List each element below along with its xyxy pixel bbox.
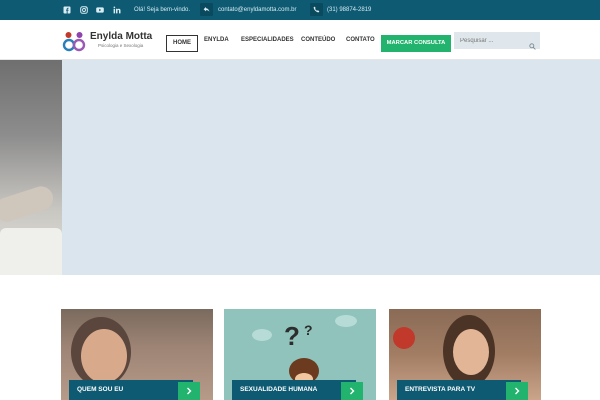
- card-title: QUEM SOU EU: [77, 386, 124, 393]
- brand-name[interactable]: Enylda Motta: [90, 31, 152, 42]
- site-header: Enylda Motta Psicologia e Sexologia HOME…: [0, 20, 600, 60]
- contact-email[interactable]: contato@enyldamotta.com.br: [218, 6, 296, 14]
- card-quem-sou-eu[interactable]: QUEM SOU EU: [61, 309, 213, 400]
- linkedin-icon[interactable]: [113, 6, 121, 14]
- card-banner: ENTREVISTA PARA TV: [397, 380, 521, 400]
- card-photo-portrait: [393, 327, 415, 349]
- card-title: SEXUALIDADE HUMANA: [240, 386, 318, 393]
- nav-contato[interactable]: CONTATO: [346, 36, 375, 44]
- book-appointment-button[interactable]: MARCAR CONSULTA: [381, 35, 451, 52]
- hero-photo: [0, 60, 62, 275]
- nav-conteudo[interactable]: CONTEÚDO: [301, 36, 335, 44]
- nav-especialidades[interactable]: ESPECIALIDADES: [241, 36, 294, 44]
- nav-enylda[interactable]: ENYLDA: [204, 36, 229, 44]
- search-icon[interactable]: [529, 37, 536, 55]
- youtube-icon[interactable]: [96, 6, 104, 14]
- card-entrevista-tv[interactable]: ENTREVISTA PARA TV: [389, 309, 541, 400]
- card-sexualidade-humana[interactable]: ? ? SEXUALIDADE HUMANA: [224, 309, 376, 400]
- card-banner: SEXUALIDADE HUMANA: [232, 380, 356, 400]
- search-box: [454, 32, 540, 50]
- card-title: ENTREVISTA PARA TV: [405, 386, 476, 393]
- phone-icon: [310, 3, 323, 16]
- hero-slider[interactable]: [0, 60, 600, 275]
- nav-home[interactable]: HOME: [166, 35, 198, 52]
- reply-icon: [200, 3, 213, 16]
- hero-banner: [62, 60, 600, 275]
- page: Olá! Seja bem-vindo. contato@enyldamotta…: [0, 0, 600, 400]
- chevron-right-icon[interactable]: [506, 382, 528, 400]
- svg-text:?: ?: [284, 321, 300, 351]
- search-input[interactable]: [454, 32, 524, 49]
- instagram-icon[interactable]: [80, 6, 88, 14]
- contact-phone[interactable]: (31) 98874-2819: [327, 6, 371, 14]
- chevron-right-icon[interactable]: [178, 382, 200, 400]
- svg-text:?: ?: [304, 322, 313, 338]
- top-bar: Olá! Seja bem-vindo. contato@enyldamotta…: [0, 0, 600, 20]
- chevron-right-icon[interactable]: [341, 382, 363, 400]
- facebook-icon[interactable]: [63, 6, 71, 14]
- card-banner: QUEM SOU EU: [69, 380, 193, 400]
- brand-tagline: Psicologia e Sexologia: [98, 43, 144, 48]
- greeting-text: Olá! Seja bem-vindo.: [134, 7, 191, 13]
- brand-logo-icon[interactable]: [61, 30, 87, 52]
